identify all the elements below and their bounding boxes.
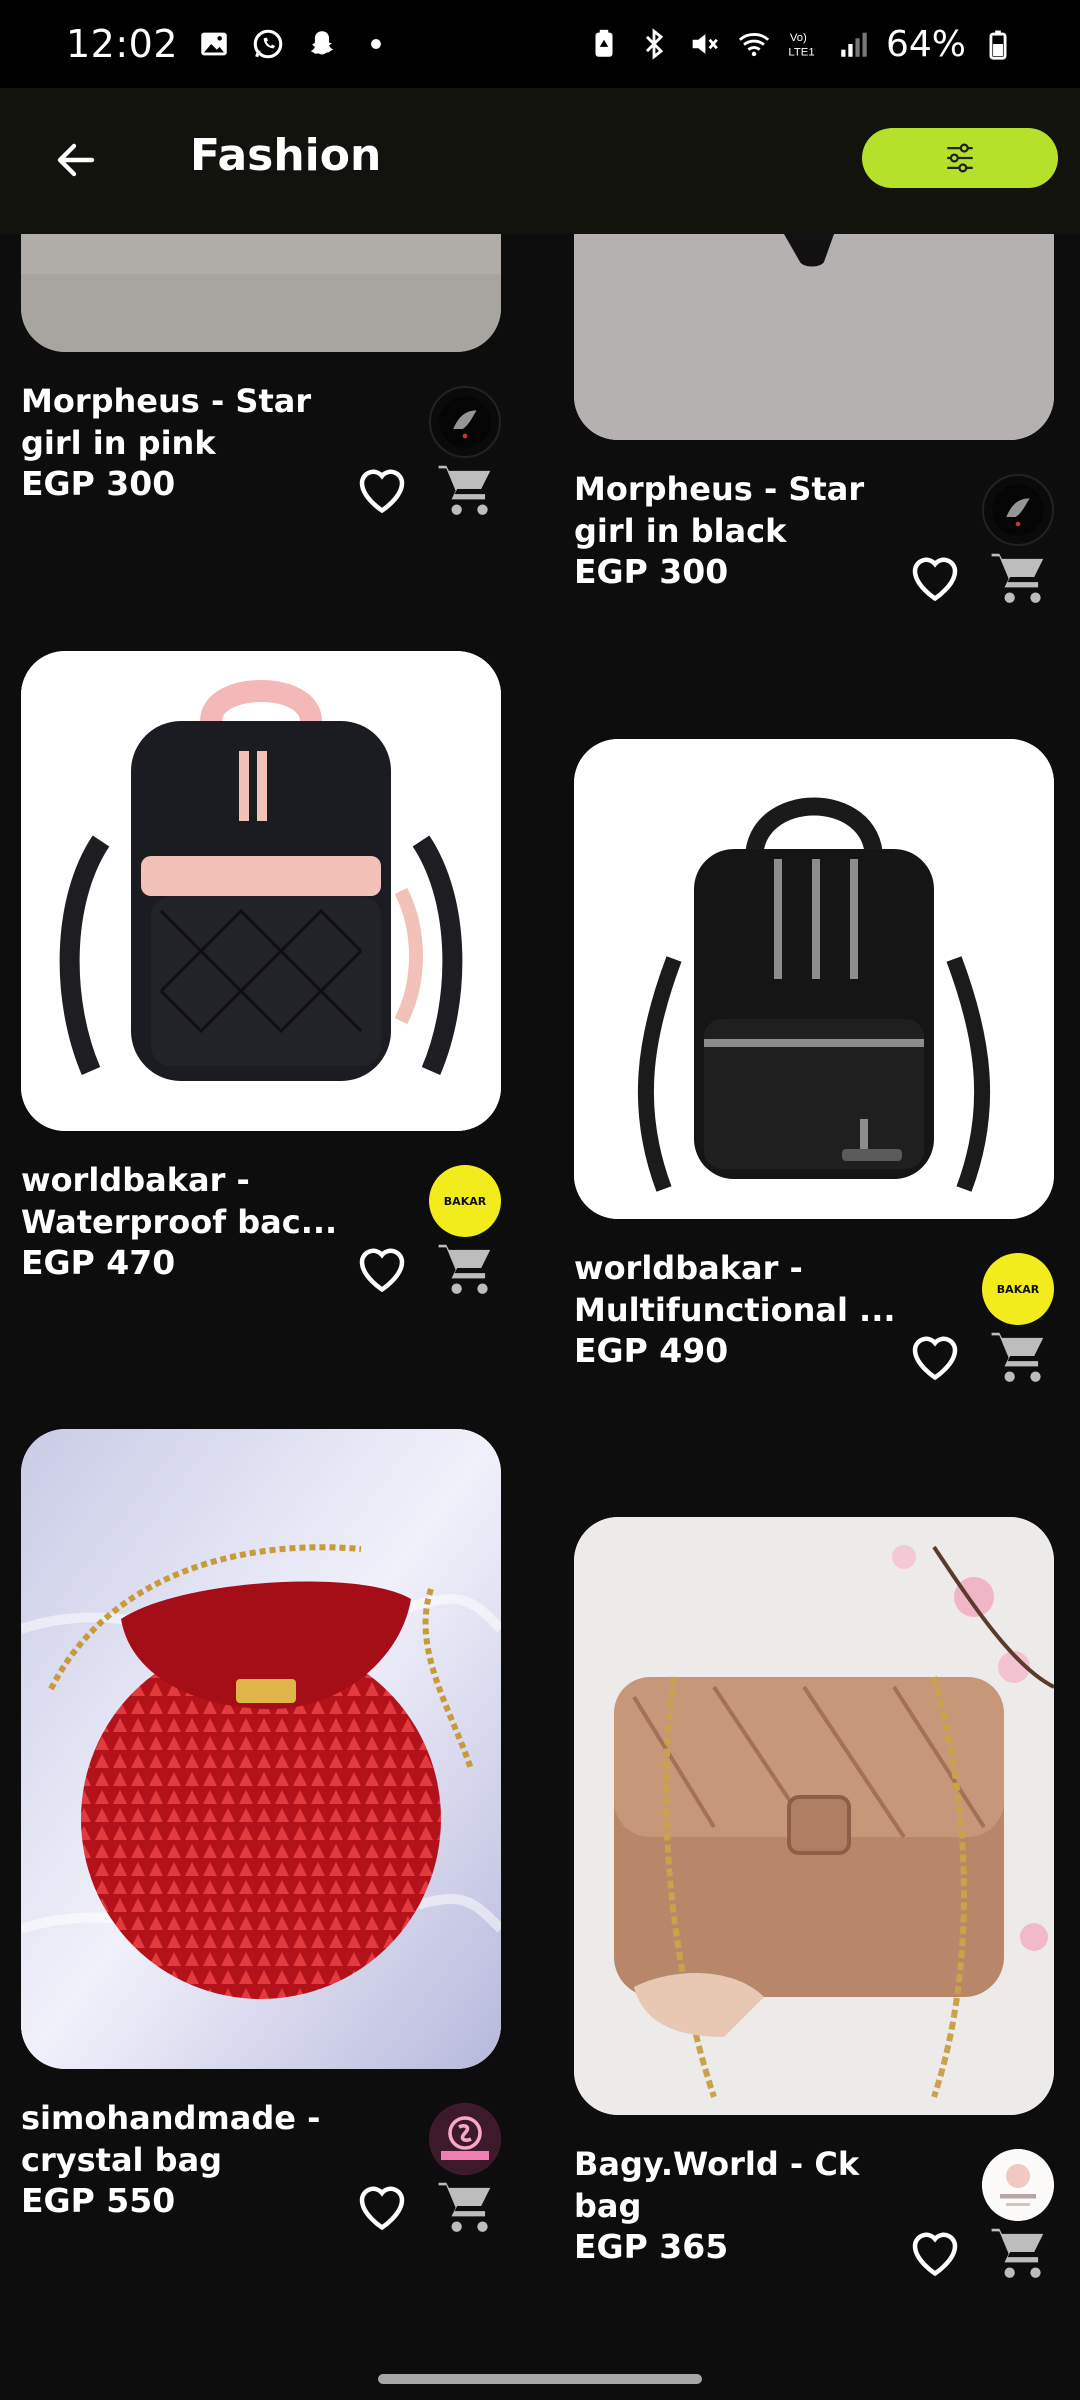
product-image[interactable] [21,1429,501,2069]
store-logo-morpheus[interactable] [982,474,1054,546]
product-name[interactable]: worldbakar - Waterproof bac... [21,1159,351,1243]
volte-icon: Vo) LTE1 [786,26,822,62]
product-price: EGP 490 [574,1331,729,1370]
product-price: EGP 470 [21,1243,176,1282]
product-price: EGP 300 [21,464,176,503]
heart-icon[interactable] [905,2223,965,2279]
heart-icon[interactable] [905,1327,965,1383]
mute-icon [686,26,722,62]
heart-icon[interactable] [352,2177,412,2233]
product-name[interactable]: Bagy.World - Ck bag [574,2143,904,2227]
gallery-icon [196,26,232,62]
cart-icon[interactable] [988,1325,1052,1387]
svg-text:Vo): Vo) [790,32,807,44]
sliders-icon [947,143,973,173]
bakar-logo-text: BAKAR [443,1194,487,1208]
simohandmade-logo-icon [429,2103,501,2175]
product-card[interactable]: worldbakar - Multifunctional ... BAKAR E… [574,739,1054,1519]
bakar-logo-text: BAKAR [996,1282,1040,1296]
cart-icon[interactable] [435,458,499,520]
product-image[interactable] [574,234,1054,440]
snapchat-icon [304,26,340,62]
product-image[interactable] [574,739,1054,1219]
cart-icon[interactable] [988,546,1052,608]
store-logo-bagy-world[interactable] [982,2149,1054,2221]
app-bar: Fashion [0,88,1080,234]
dot-icon [358,26,394,62]
back-arrow-icon [57,143,95,177]
product-name[interactable]: Morpheus - Star girl in black [574,468,904,552]
product-name[interactable]: simohandmade - crystal bag [21,2097,351,2181]
filter-button[interactable] [862,128,1058,188]
battery-percent: 64% [885,23,966,65]
product-card[interactable]: Morpheus - Star girl in pink EGP 300 [21,234,501,652]
whatsapp-icon [250,26,286,62]
product-price: EGP 365 [574,2227,729,2266]
product-price: EGP 550 [21,2181,176,2220]
store-logo-bakar[interactable]: BAKAR [429,1165,501,1237]
heart-icon[interactable] [352,460,412,516]
status-time: 12:02 [66,22,179,66]
page-title: Fashion [190,130,382,181]
battery-saver-icon [586,26,622,62]
store-logo-bakar[interactable]: BAKAR [982,1253,1054,1325]
bluetooth-icon [636,26,672,62]
status-bar: 12:02 Vo) LTE1 64% [0,0,1080,88]
store-logo-simohandmade[interactable] [429,2103,501,2175]
product-image[interactable] [21,234,501,352]
product-card[interactable]: simohandmade - crystal bag EGP 550 [21,1429,501,2369]
cart-icon[interactable] [988,2221,1052,2283]
product-grid[interactable]: Morpheus - Star girl in pink EGP 300 Mor… [0,234,1080,2400]
battery-icon [980,26,1016,62]
product-name[interactable]: worldbakar - Multifunctional ... [574,1247,904,1331]
product-card[interactable]: worldbakar - Waterproof bac... BAKAR EGP… [21,651,501,1431]
cart-icon[interactable] [435,2175,499,2237]
heart-icon[interactable] [352,1239,412,1295]
product-image[interactable] [574,1517,1054,2115]
product-image[interactable] [21,651,501,1131]
gesture-nav-pill[interactable] [378,2374,702,2384]
back-button[interactable] [44,128,108,192]
morpheus-logo-icon [439,396,491,448]
morpheus-logo-icon [992,484,1044,536]
product-card[interactable]: Bagy.World - Ck bag EGP 365 [574,1517,1054,2400]
store-logo-morpheus[interactable] [429,386,501,458]
product-name[interactable]: Morpheus - Star girl in pink [21,380,351,464]
heart-icon[interactable] [905,548,965,604]
product-price: EGP 300 [574,552,729,591]
product-card[interactable]: Morpheus - Star girl in black EGP 300 [574,234,1054,740]
signal-icon [836,26,872,62]
wifi-icon [736,26,772,62]
svg-text:LTE1: LTE1 [788,46,814,58]
bagy-world-logo-icon [982,2149,1054,2221]
cart-icon[interactable] [435,1237,499,1299]
